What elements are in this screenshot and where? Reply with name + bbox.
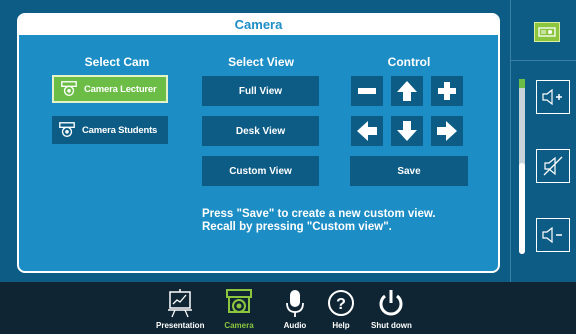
plus-icon bbox=[438, 82, 456, 100]
bottom-nav: Presentation Camera Audio ? Help Shut do… bbox=[0, 282, 576, 334]
volume-level bbox=[519, 162, 525, 254]
volume-slider[interactable] bbox=[519, 82, 525, 254]
panel-title: Camera bbox=[19, 15, 498, 35]
camera-icon bbox=[226, 289, 252, 313]
full-view-button[interactable]: Full View bbox=[202, 76, 319, 106]
camera-lecturer-button[interactable]: Camera Lecturer bbox=[52, 75, 168, 103]
control-heading: Control bbox=[387, 55, 431, 69]
camera-lecturer-label: Camera Lecturer bbox=[84, 83, 157, 95]
volume-down-icon bbox=[542, 227, 562, 243]
arrow-up-icon bbox=[397, 81, 417, 101]
presentation-icon bbox=[168, 289, 193, 318]
pan-right-button[interactable] bbox=[431, 116, 463, 146]
camera-panel: Camera Select Cam Select View Control Ca… bbox=[17, 13, 500, 273]
nav-audio[interactable]: Audio bbox=[276, 286, 314, 330]
nav-camera[interactable]: Camera bbox=[220, 286, 258, 330]
nav-presentation-label: Presentation bbox=[156, 321, 205, 330]
arrow-right-icon bbox=[437, 121, 457, 141]
side-panel bbox=[510, 0, 576, 282]
help-icon: ? bbox=[328, 290, 354, 316]
desk-view-button[interactable]: Desk View bbox=[202, 116, 319, 146]
volume-up-button[interactable] bbox=[536, 80, 570, 114]
instruction-line-1: Press "Save" to create a new custom view… bbox=[202, 208, 436, 220]
camera-students-button[interactable]: Camera Students bbox=[52, 116, 168, 144]
custom-view-button[interactable]: Custom View bbox=[202, 156, 319, 186]
volume-marker bbox=[519, 79, 525, 88]
nav-shutdown[interactable]: Shut down bbox=[371, 286, 412, 330]
mute-button[interactable] bbox=[536, 149, 570, 183]
camera-icon bbox=[59, 122, 75, 137]
camera-icon bbox=[61, 81, 77, 96]
tilt-down-button[interactable] bbox=[391, 116, 423, 146]
save-button[interactable]: Save bbox=[350, 156, 468, 186]
projector-area bbox=[511, 0, 576, 61]
projector-icon bbox=[538, 27, 556, 37]
power-icon bbox=[380, 290, 403, 316]
instruction-line-2: Recall by pressing "Custom view". bbox=[202, 221, 392, 233]
zoom-out-button[interactable] bbox=[351, 76, 383, 106]
projector-button[interactable] bbox=[534, 22, 560, 42]
microphone-icon bbox=[286, 290, 304, 317]
nav-shutdown-label: Shut down bbox=[371, 321, 412, 330]
main-area: Camera Select Cam Select View Control Ca… bbox=[0, 0, 510, 282]
mute-icon bbox=[543, 156, 563, 176]
camera-students-label: Camera Students bbox=[82, 124, 158, 136]
tilt-up-button[interactable] bbox=[391, 76, 423, 106]
pan-left-button[interactable] bbox=[351, 116, 383, 146]
nav-help[interactable]: ? Help bbox=[322, 286, 360, 330]
minus-icon bbox=[358, 88, 376, 94]
volume-down-button[interactable] bbox=[536, 218, 570, 252]
nav-help-label: Help bbox=[332, 321, 350, 330]
instruction-text: Press "Save" to create a new custom view… bbox=[202, 208, 436, 234]
zoom-in-button[interactable] bbox=[431, 76, 463, 106]
select-view-heading: Select View bbox=[228, 55, 294, 69]
nav-presentation[interactable]: Presentation bbox=[156, 286, 204, 330]
nav-camera-label: Camera bbox=[224, 321, 254, 330]
select-cam-heading: Select Cam bbox=[84, 55, 150, 69]
nav-audio-label: Audio bbox=[283, 321, 307, 330]
arrow-down-icon bbox=[397, 121, 417, 141]
arrow-left-icon bbox=[357, 121, 377, 141]
volume-up-icon bbox=[542, 89, 562, 105]
svg-text:?: ? bbox=[336, 296, 346, 313]
